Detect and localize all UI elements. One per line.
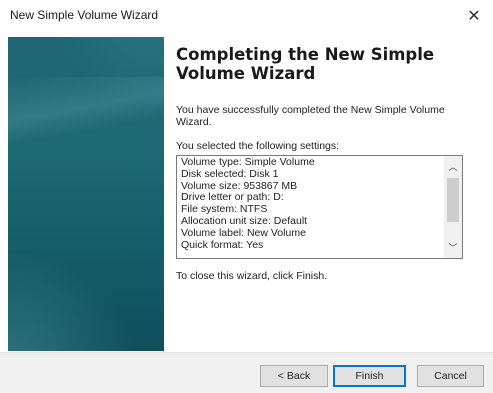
cancel-button[interactable]: Cancel: [417, 365, 484, 387]
settings-line: Volume label: New Volume: [181, 226, 306, 239]
scroll-down-icon[interactable]: ﹀: [444, 239, 462, 256]
settings-line: Disk selected: Disk 1: [181, 167, 279, 180]
settings-line: Quick format: Yes: [181, 238, 264, 251]
success-message: You have successfully completed the New …: [176, 104, 445, 128]
settings-list: Volume type: Simple Volume Disk selected…: [181, 156, 440, 251]
wizard-window: New Simple Volume Wizard ✕ Completing th…: [0, 0, 493, 393]
settings-line: Allocation unit size: Default: [181, 214, 308, 227]
settings-summary-box[interactable]: Volume type: Simple Volume Disk selected…: [176, 155, 463, 259]
scrollbar-thumb[interactable]: [447, 178, 459, 222]
button-bar: < Back Finish Cancel: [0, 353, 493, 393]
wizard-side-banner: [8, 37, 164, 351]
close-instruction: To close this wizard, click Finish.: [176, 270, 328, 282]
page-title: Completing the New Simple Volume Wizard: [176, 45, 435, 83]
window-title: New Simple Volume Wizard: [10, 8, 159, 22]
wizard-content: Completing the New Simple Volume Wizard …: [176, 37, 476, 282]
close-icon[interactable]: ✕: [455, 0, 493, 32]
banner-decoration: [8, 77, 164, 147]
vertical-scrollbar[interactable]: ︿ ﹀: [444, 156, 462, 258]
back-button[interactable]: < Back: [260, 365, 328, 387]
scroll-up-icon[interactable]: ︿: [444, 158, 462, 175]
title-bar: New Simple Volume Wizard ✕: [0, 0, 493, 32]
finish-button[interactable]: Finish: [333, 365, 406, 387]
settings-label: You selected the following settings:: [176, 140, 340, 152]
